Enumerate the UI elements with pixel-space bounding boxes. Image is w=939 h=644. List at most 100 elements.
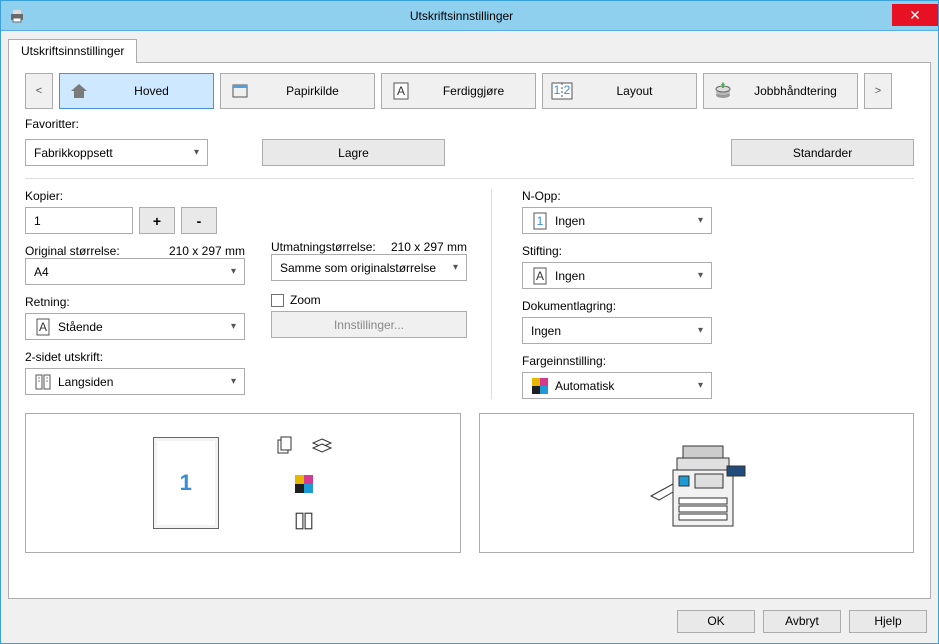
svg-text:2: 2 xyxy=(564,83,571,97)
divider xyxy=(25,178,914,179)
ok-button[interactable]: OK xyxy=(677,610,755,633)
favorites-value: Fabrikkoppsett xyxy=(34,146,194,160)
docstore-field: Dokumentlagring: Ingen ▾ xyxy=(522,299,742,344)
nav-main[interactable]: Hoved xyxy=(59,73,214,109)
copies-decrement[interactable]: - xyxy=(181,207,217,234)
long-edge-icon xyxy=(34,373,52,391)
original-size-label: Original størrelse: xyxy=(25,244,120,258)
orientation-label: Retning: xyxy=(25,295,245,309)
settings-columns: Kopier: 1 + - Original størrelse: 210 x … xyxy=(25,189,914,399)
chevron-down-icon: ▾ xyxy=(194,147,199,158)
original-size-dim: 210 x 297 mm xyxy=(169,244,245,258)
job-handling-icon xyxy=(712,80,734,102)
original-size-select[interactable]: A4 ▾ xyxy=(25,258,245,285)
favorites-section: Favoritter: Fabrikkoppsett ▾ Lagre Stand… xyxy=(25,117,914,178)
stack-icon xyxy=(311,435,333,457)
page-preview-pane: 1 xyxy=(25,413,461,553)
save-favorite-button[interactable]: Lagre xyxy=(262,139,445,166)
chevron-down-icon: ▾ xyxy=(231,376,236,387)
printer-illustration-icon xyxy=(631,428,761,538)
nup-field: N-Opp: 1 Ingen ▾ xyxy=(522,189,742,234)
nup-select[interactable]: 1 Ingen ▾ xyxy=(522,207,712,234)
tabstrip: Utskriftsinnstillinger xyxy=(8,38,931,62)
vertical-divider xyxy=(491,189,492,399)
staple-field: Stifting: A Ingen ▾ xyxy=(522,244,742,289)
docstore-select[interactable]: Ingen ▾ xyxy=(522,317,712,344)
copies-increment[interactable]: + xyxy=(139,207,175,234)
nav-job-handling-label: Jobbhåndtering xyxy=(742,84,849,98)
tab-print-preferences[interactable]: Utskriftsinnstillinger xyxy=(8,39,137,63)
home-icon xyxy=(68,80,90,102)
close-button[interactable]: ✕ xyxy=(892,4,938,26)
duplex-label: 2-sidet utskrift: xyxy=(25,350,245,364)
portrait-icon: A xyxy=(34,318,52,336)
printer-app-icon xyxy=(9,8,25,24)
output-size-label: Utmatningstørrelse: xyxy=(271,240,376,254)
svg-text:A: A xyxy=(39,320,47,334)
output-size-dim: 210 x 297 mm xyxy=(391,240,467,254)
nav-finishing-label: Ferdiggjøre xyxy=(420,84,527,98)
page-thumbnail: 1 xyxy=(153,437,219,529)
copies-field: Kopier: 1 + - xyxy=(25,189,245,234)
nav-paper-source[interactable]: Papirkilde xyxy=(220,73,375,109)
orientation-field: Retning: A Stående ▾ xyxy=(25,295,245,340)
nav-job-handling[interactable]: Jobbhåndtering xyxy=(703,73,858,109)
color-select[interactable]: Automatisk ▾ xyxy=(522,372,712,399)
layout-12-icon: 12 xyxy=(551,80,573,102)
chevron-down-icon: ▾ xyxy=(698,215,703,226)
page-a-icon: A xyxy=(390,80,412,102)
collate-icon xyxy=(275,435,297,457)
titlebar: Utskriftsinnstillinger ✕ xyxy=(1,1,938,31)
zoom-settings-button[interactable]: Innstillinger... xyxy=(271,311,467,338)
svg-text:A: A xyxy=(397,84,405,98)
color-mode-icon xyxy=(295,475,313,493)
color-field: Fargeinnstilling: Automatisk ▾ xyxy=(522,354,742,399)
staple-label: Stifting: xyxy=(522,244,742,258)
nup-label: N-Opp: xyxy=(522,189,742,203)
tab-panel: < Hoved Papirkilde A xyxy=(8,62,931,599)
duplex-icon xyxy=(294,511,314,531)
copies-input[interactable]: 1 xyxy=(25,207,133,234)
chevron-down-icon: ▾ xyxy=(698,380,703,391)
defaults-button[interactable]: Standarder xyxy=(731,139,914,166)
help-button[interactable]: Hjelp xyxy=(849,610,927,633)
svg-text:1: 1 xyxy=(554,83,561,97)
original-size-field: Original størrelse: 210 x 297 mm A4 ▾ xyxy=(25,244,245,285)
nav-prev-button[interactable]: < xyxy=(25,73,53,109)
paper-tray-icon xyxy=(229,80,251,102)
chevron-down-icon: ▾ xyxy=(231,321,236,332)
nup-one-icon: 1 xyxy=(531,212,549,230)
category-nav: < Hoved Papirkilde A xyxy=(25,73,914,109)
client-area: Utskriftsinnstillinger < Hoved Papirkild… xyxy=(1,31,938,643)
svg-text:A: A xyxy=(536,269,544,283)
staple-select[interactable]: A Ingen ▾ xyxy=(522,262,712,289)
window-title: Utskriftsinnstillinger xyxy=(31,9,892,23)
chevron-down-icon: ▾ xyxy=(231,266,236,277)
nav-next-button[interactable]: > xyxy=(864,73,892,109)
color-label: Fargeinnstilling: xyxy=(522,354,742,368)
printer-preview-pane xyxy=(479,413,915,553)
chevron-down-icon: ▾ xyxy=(698,270,703,281)
zoom-field: Zoom Innstillinger... xyxy=(271,291,467,338)
favorites-select[interactable]: Fabrikkoppsett ▾ xyxy=(25,139,208,166)
nav-layout-label: Layout xyxy=(581,84,688,98)
print-preferences-window: Utskriftsinnstillinger ✕ Utskriftsinnsti… xyxy=(0,0,939,644)
duplex-field: 2-sidet utskrift: Langsiden ▾ xyxy=(25,350,245,395)
orientation-select[interactable]: A Stående ▾ xyxy=(25,313,245,340)
output-size-select[interactable]: Samme som originalstørrelse ▾ xyxy=(271,254,467,281)
output-option-icons xyxy=(275,435,333,531)
duplex-select[interactable]: Langsiden ▾ xyxy=(25,368,245,395)
docstore-label: Dokumentlagring: xyxy=(522,299,742,313)
zoom-checkbox[interactable] xyxy=(271,294,284,307)
nav-finishing[interactable]: A Ferdiggjøre xyxy=(381,73,536,109)
nav-layout[interactable]: 12 Layout xyxy=(542,73,697,109)
svg-text:1: 1 xyxy=(537,214,544,228)
favorites-label: Favoritter: xyxy=(25,117,914,131)
zoom-label: Zoom xyxy=(290,293,321,307)
copies-label: Kopier: xyxy=(25,189,245,203)
cancel-button[interactable]: Avbryt xyxy=(763,610,841,633)
output-size-field: Utmatningstørrelse: 210 x 297 mm Samme s… xyxy=(271,240,467,281)
nav-main-label: Hoved xyxy=(98,84,205,98)
color-swatch-icon xyxy=(531,377,549,395)
nav-paper-source-label: Papirkilde xyxy=(259,84,366,98)
